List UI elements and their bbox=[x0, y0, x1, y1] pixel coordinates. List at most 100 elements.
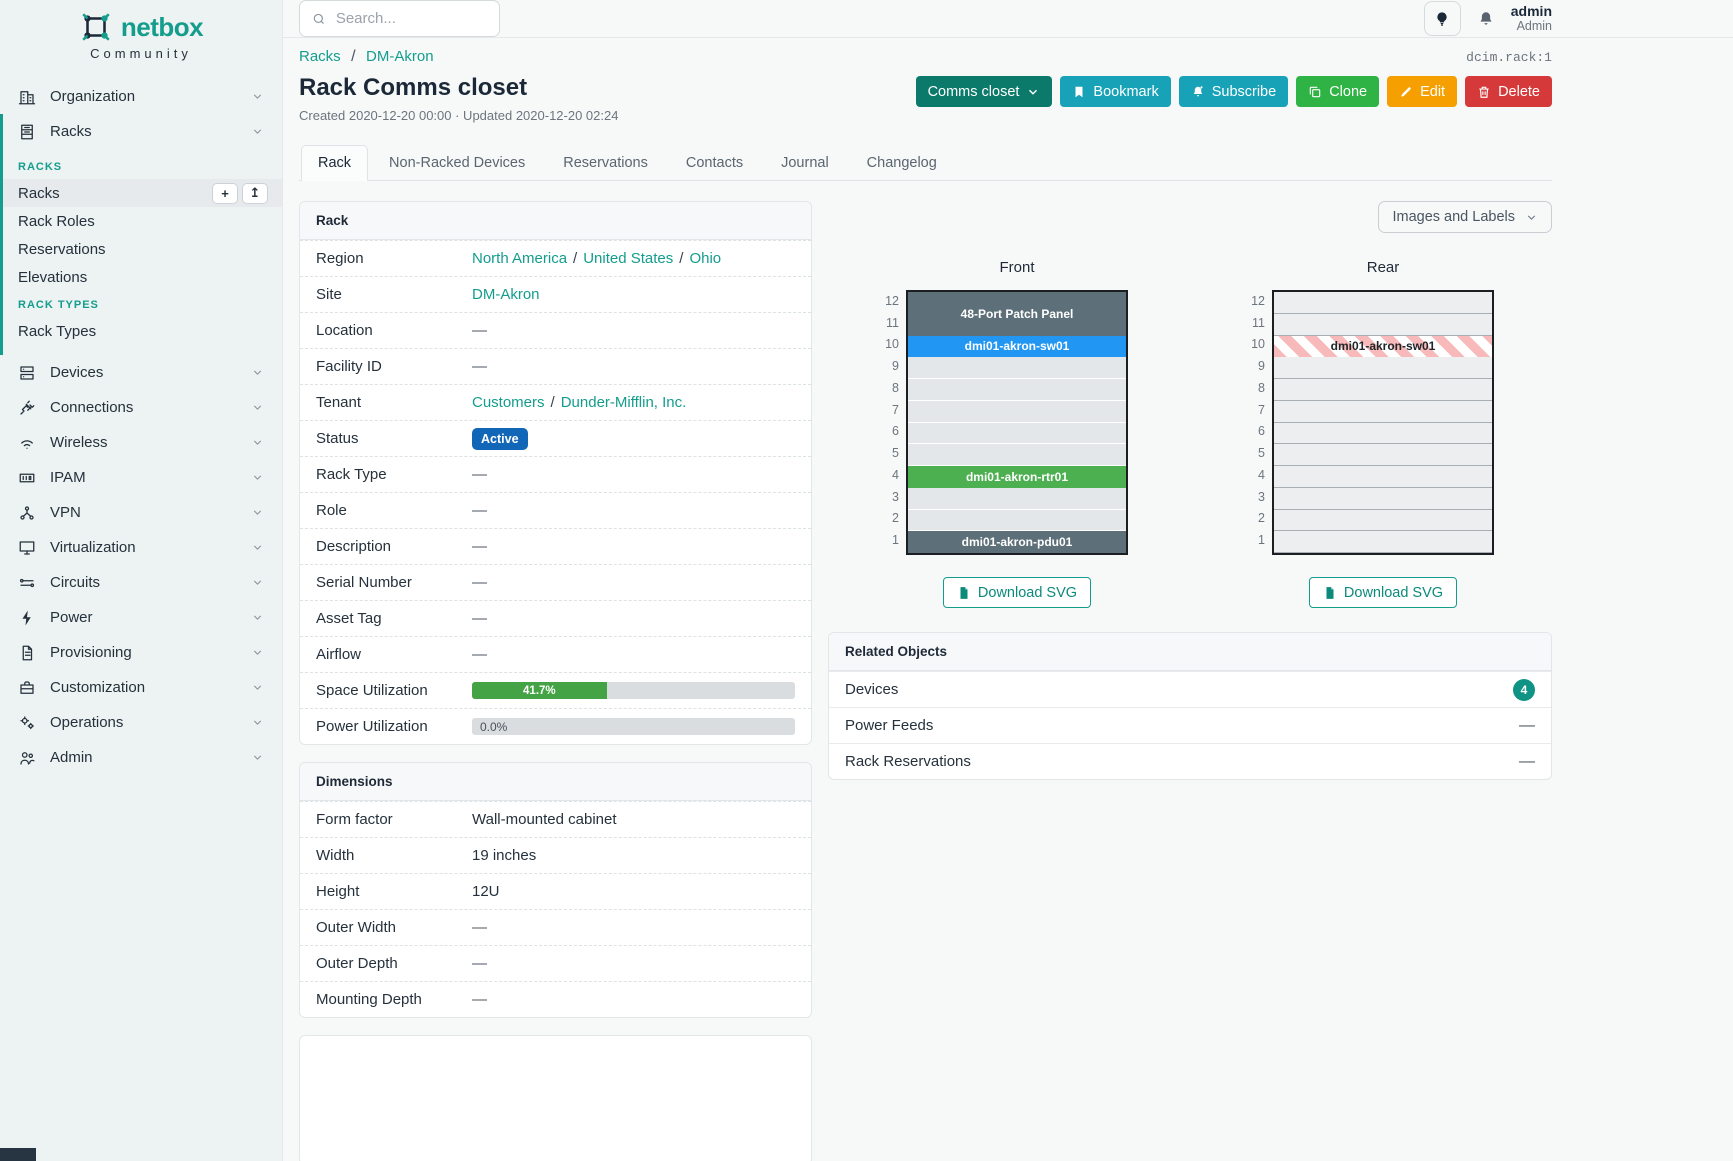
related-row-devices[interactable]: Devices 4 bbox=[829, 671, 1551, 707]
device-router[interactable]: dmi01-akron-rtr01 bbox=[908, 466, 1126, 488]
sidebar-item-power[interactable]: Power bbox=[0, 600, 282, 635]
sidebar-subitem-racks[interactable]: Racks + ↥ bbox=[3, 179, 282, 207]
sidebar-item-organization[interactable]: Organization bbox=[0, 79, 282, 114]
sidebar-item-provisioning[interactable]: Provisioning bbox=[0, 635, 282, 670]
panel-title: Dimensions bbox=[300, 763, 811, 801]
briefcase-icon bbox=[18, 679, 36, 697]
chevron-down-icon bbox=[251, 436, 264, 449]
sidebar-item-racks[interactable]: Racks bbox=[3, 114, 282, 149]
empty-slot bbox=[908, 357, 1126, 379]
region-link[interactable]: Ohio bbox=[689, 250, 721, 267]
sidebar-subitem-reservations[interactable]: Reservations bbox=[3, 235, 282, 263]
delete-button[interactable]: Delete bbox=[1465, 76, 1552, 107]
notifications-button[interactable] bbox=[1477, 10, 1495, 28]
import-button[interactable]: ↥ bbox=[242, 183, 268, 204]
empty-slot bbox=[908, 379, 1126, 401]
rear-title: Rear bbox=[1246, 259, 1494, 276]
empty-slot bbox=[1274, 357, 1492, 379]
submenu-heading-racks: RACKS bbox=[3, 153, 282, 179]
clone-button[interactable]: Clone bbox=[1296, 76, 1379, 107]
empty-slot bbox=[1274, 379, 1492, 401]
tab-changelog[interactable]: Changelog bbox=[850, 145, 954, 181]
ipam-icon bbox=[18, 469, 36, 487]
user-role: Admin bbox=[1511, 19, 1552, 34]
related-row-rack-reservations[interactable]: Rack Reservations — bbox=[829, 743, 1551, 779]
empty-slot bbox=[1274, 466, 1492, 488]
object-identifier: dcim.rack:1 bbox=[1466, 50, 1552, 65]
subscribe-button[interactable]: Subscribe bbox=[1179, 76, 1288, 107]
sidebar-item-wireless[interactable]: Wireless bbox=[0, 425, 282, 460]
theme-toggle-button[interactable] bbox=[1424, 1, 1461, 36]
sidebar-item-operations[interactable]: Operations bbox=[0, 705, 282, 740]
brand-logo[interactable]: netbox Community bbox=[0, 0, 282, 67]
region-link[interactable]: North America bbox=[472, 250, 567, 267]
chevron-down-icon bbox=[251, 611, 264, 624]
content: Racks / DM-Akron dcim.rack:1 Rack Comms … bbox=[283, 38, 1552, 1161]
device-switch-rear[interactable]: dmi01-akron-sw01 bbox=[1274, 336, 1492, 358]
rear-rack: dmi01-akron-sw01 bbox=[1272, 290, 1494, 555]
empty-slot bbox=[908, 510, 1126, 532]
sidebar-item-circuits[interactable]: Circuits bbox=[0, 565, 282, 600]
circuit-icon bbox=[18, 574, 36, 592]
sidebar-subitem-rack-roles[interactable]: Rack Roles bbox=[3, 207, 282, 235]
chevron-down-icon bbox=[251, 366, 264, 379]
breadcrumb-site[interactable]: DM-Akron bbox=[366, 48, 434, 65]
elevation-view-select[interactable]: Images and Labels bbox=[1378, 201, 1552, 233]
download-svg-rear-button[interactable]: Download SVG bbox=[1309, 577, 1457, 608]
plus-icon: + bbox=[221, 186, 229, 201]
rack-icon bbox=[18, 123, 36, 141]
sidebar-subitem-rack-types[interactable]: Rack Types bbox=[3, 317, 282, 345]
front-elevation: Front 1211 109 87 65 43 21 bbox=[880, 259, 1128, 608]
empty-slot bbox=[1274, 292, 1492, 314]
site-link[interactable]: DM-Akron bbox=[472, 286, 540, 303]
device-switch[interactable]: dmi01-akron-sw01 bbox=[908, 336, 1126, 358]
tenant-group-link[interactable]: Customers bbox=[472, 394, 545, 411]
power-utilization-bar: 0.0% bbox=[472, 718, 795, 735]
user-menu[interactable]: admin Admin bbox=[1511, 3, 1552, 35]
empty-slot bbox=[1274, 314, 1492, 336]
sidebar-item-connections[interactable]: Connections bbox=[0, 390, 282, 425]
import-icon: ↥ bbox=[250, 185, 261, 201]
chevron-down-icon bbox=[251, 541, 264, 554]
sidebar-item-customization[interactable]: Customization bbox=[0, 670, 282, 705]
sidebar-item-vpn[interactable]: VPN bbox=[0, 495, 282, 530]
search-input[interactable] bbox=[336, 10, 487, 27]
page-title: Rack Comms closet bbox=[299, 74, 618, 102]
bookmark-button[interactable]: Bookmark bbox=[1060, 76, 1170, 107]
tenant-value: Customers / Dunder-Mifflin, Inc. bbox=[472, 394, 795, 411]
sidebar-item-ipam[interactable]: IPAM bbox=[0, 460, 282, 495]
panel-title: Related Objects bbox=[829, 633, 1551, 671]
tab-non-racked-devices[interactable]: Non-Racked Devices bbox=[372, 145, 542, 181]
device-pdu[interactable]: dmi01-akron-pdu01 bbox=[908, 531, 1126, 553]
region-link[interactable]: United States bbox=[583, 250, 673, 267]
related-row-power-feeds[interactable]: Power Feeds — bbox=[829, 707, 1551, 743]
sidebar-item-devices[interactable]: Devices bbox=[0, 355, 282, 390]
tenant-link[interactable]: Dunder-Mifflin, Inc. bbox=[561, 394, 687, 411]
group-dropdown-button[interactable]: Comms closet bbox=[916, 76, 1053, 107]
object-tabs: Rack Non-Racked Devices Reservations Con… bbox=[299, 145, 1552, 181]
rack-elevations: Front 1211 109 87 65 43 21 bbox=[828, 233, 1552, 608]
chevron-down-icon bbox=[251, 401, 264, 414]
bell-icon bbox=[1477, 10, 1495, 28]
search-icon bbox=[312, 11, 326, 27]
sidebar-item-admin[interactable]: Admin bbox=[0, 740, 282, 775]
sidebar: netbox Community Organization Racks RACK… bbox=[0, 0, 283, 1161]
tab-rack[interactable]: Rack bbox=[301, 145, 368, 181]
bell-plus-icon bbox=[1191, 85, 1205, 99]
brand-subtitle: Community bbox=[0, 46, 282, 61]
tab-contacts[interactable]: Contacts bbox=[669, 145, 760, 181]
download-svg-front-button[interactable]: Download SVG bbox=[943, 577, 1091, 608]
empty-slot bbox=[1274, 488, 1492, 510]
sidebar-subitem-elevations[interactable]: Elevations bbox=[3, 263, 282, 291]
edit-button[interactable]: Edit bbox=[1387, 76, 1457, 107]
sidebar-item-virtualization[interactable]: Virtualization bbox=[0, 530, 282, 565]
tab-journal[interactable]: Journal bbox=[764, 145, 846, 181]
rear-unit-numbers: 1211 109 87 65 43 21 bbox=[1246, 290, 1272, 555]
empty-slot bbox=[1274, 510, 1492, 532]
tab-reservations[interactable]: Reservations bbox=[546, 145, 665, 181]
device-patch-panel[interactable]: 48-Port Patch Panel bbox=[908, 292, 1126, 336]
submenu-heading-rack-types: RACK TYPES bbox=[3, 291, 282, 317]
breadcrumb-racks[interactable]: Racks bbox=[299, 48, 341, 65]
add-button[interactable]: + bbox=[212, 183, 238, 204]
related-objects-panel: Related Objects Devices 4 Power Feeds — … bbox=[828, 632, 1552, 780]
